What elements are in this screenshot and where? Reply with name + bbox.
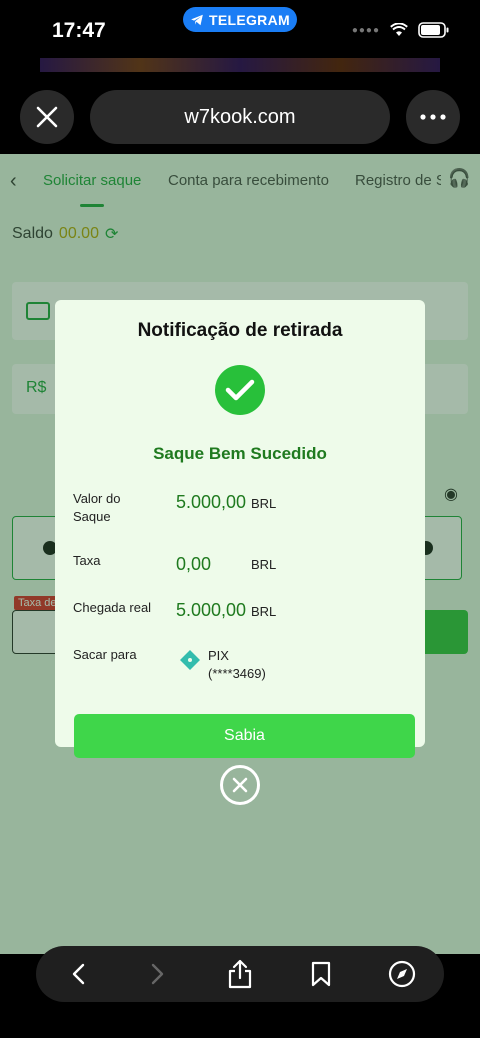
close-modal-button[interactable] [220, 765, 260, 805]
close-button[interactable] [20, 90, 74, 144]
url-text: w7kook.com [184, 105, 296, 128]
success-check [215, 365, 265, 415]
url-bar[interactable]: w7kook.com [90, 90, 390, 144]
row-label-chegada: Chegada real [73, 600, 152, 615]
sabia-button[interactable]: Sabia [74, 714, 415, 758]
status-icons: ●●●● [352, 22, 450, 38]
withdraw-notification-modal: Notificação de retirada Saque Bem Sucedi… [55, 300, 425, 747]
more-button[interactable] [406, 90, 460, 144]
more-icon [420, 114, 446, 120]
row-unit-chegada: BRL [251, 604, 277, 619]
browser-bottom-toolbar [0, 946, 480, 1038]
battery-icon [418, 22, 449, 38]
nav-back-button[interactable] [58, 954, 98, 994]
bookmark-button[interactable] [301, 954, 341, 994]
share-button[interactable] [220, 954, 260, 994]
compass-icon [388, 960, 416, 988]
row-unit-taxa: BRL [251, 557, 277, 572]
row-value-valor: 5.000,00 [176, 492, 247, 512]
telegram-label: TELEGRAM [209, 11, 290, 28]
row-unit-valor: BRL [251, 496, 277, 511]
browser-toolbar: w7kook.com [0, 72, 480, 154]
status-bar: 17:47 TELEGRAM ●●●● [0, 0, 480, 72]
forward-icon [151, 963, 164, 985]
signal-icon: ●●●● [351, 24, 380, 36]
pix-name: PIX [208, 648, 229, 663]
row-value-taxa: 0,00 [176, 554, 212, 574]
pix-destination: PIX (****3469) [208, 647, 266, 683]
bookmark-icon [311, 961, 331, 987]
row-value-chegada: 5.000,00 [176, 600, 247, 620]
back-icon [72, 963, 85, 985]
pix-account: (****3469) [208, 666, 266, 681]
row-label-sacar: Sacar para [73, 647, 137, 662]
pix-icon [180, 650, 200, 670]
close-icon [36, 106, 58, 128]
modal-title: Notificação de retirada [137, 320, 343, 341]
bottom-pill [36, 946, 444, 1002]
check-icon [225, 379, 255, 401]
banner-strip [40, 58, 440, 72]
nav-forward-button[interactable] [138, 954, 178, 994]
share-icon [228, 959, 252, 989]
telegram-icon [191, 14, 203, 25]
wifi-icon [390, 23, 408, 36]
success-message: Saque Bem Sucedido [153, 444, 327, 463]
open-in-safari-button[interactable] [382, 954, 422, 994]
telegram-pill[interactable]: TELEGRAM [183, 7, 297, 32]
row-label-taxa: Taxa [73, 553, 101, 568]
row-label-valor: Valor do Saque [73, 491, 121, 524]
status-time: 17:47 [52, 19, 106, 42]
close-circle-icon [232, 777, 248, 793]
